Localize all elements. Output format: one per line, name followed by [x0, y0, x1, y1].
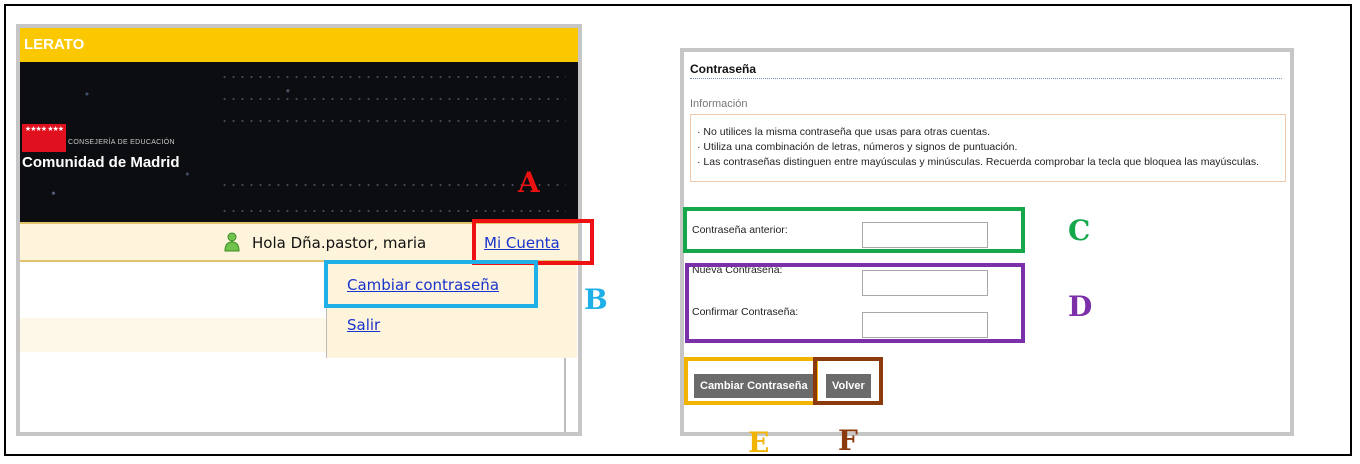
- salir-link[interactable]: Salir: [347, 316, 380, 334]
- user-icon: [224, 232, 240, 252]
- comunidad-label: Comunidad de Madrid: [22, 154, 180, 171]
- content-area: [20, 318, 326, 352]
- info-item: Utiliza una combinación de letras, númer…: [697, 140, 1285, 155]
- info-title: Información: [690, 98, 748, 110]
- header-banner: ★★★★ ★★★ CONSEJERÍA DE EDUCACIÓN Comunid…: [20, 62, 578, 222]
- annotation-letter-f: F: [838, 424, 858, 457]
- consejeria-label: CONSEJERÍA DE EDUCACIÓN: [68, 139, 175, 146]
- annotation-box-f: [813, 357, 883, 405]
- annotation-letter-c: C: [1068, 214, 1091, 247]
- info-item: No utilices la misma contraseña que usas…: [697, 125, 1285, 140]
- header-strip-text: LERATO: [24, 36, 85, 53]
- scrollbar-edge: [564, 358, 566, 432]
- annotation-letter-a: A: [518, 166, 540, 199]
- info-item: Las contraseñas distinguen entre mayúscu…: [697, 155, 1285, 170]
- annotation-letter-e: E: [748, 426, 770, 459]
- annotation-box-d: [685, 263, 1025, 343]
- greeting-text: Hola Dña.pastor, maria: [252, 234, 427, 252]
- annotation-box-b: [324, 260, 538, 308]
- annotation-box-e: [684, 357, 818, 405]
- annotation-letter-b: B: [584, 283, 608, 316]
- madrid-flag-logo: ★★★★ ★★★: [22, 124, 66, 152]
- title-divider: [690, 78, 1282, 79]
- annotation-box-c: [683, 207, 1025, 253]
- info-box: No utilices la misma contraseña que usas…: [690, 114, 1286, 182]
- header-strip: LERATO: [20, 28, 578, 62]
- form-title: Contraseña: [690, 62, 757, 76]
- annotation-box-a: [472, 219, 594, 265]
- annotation-letter-d: D: [1068, 290, 1093, 323]
